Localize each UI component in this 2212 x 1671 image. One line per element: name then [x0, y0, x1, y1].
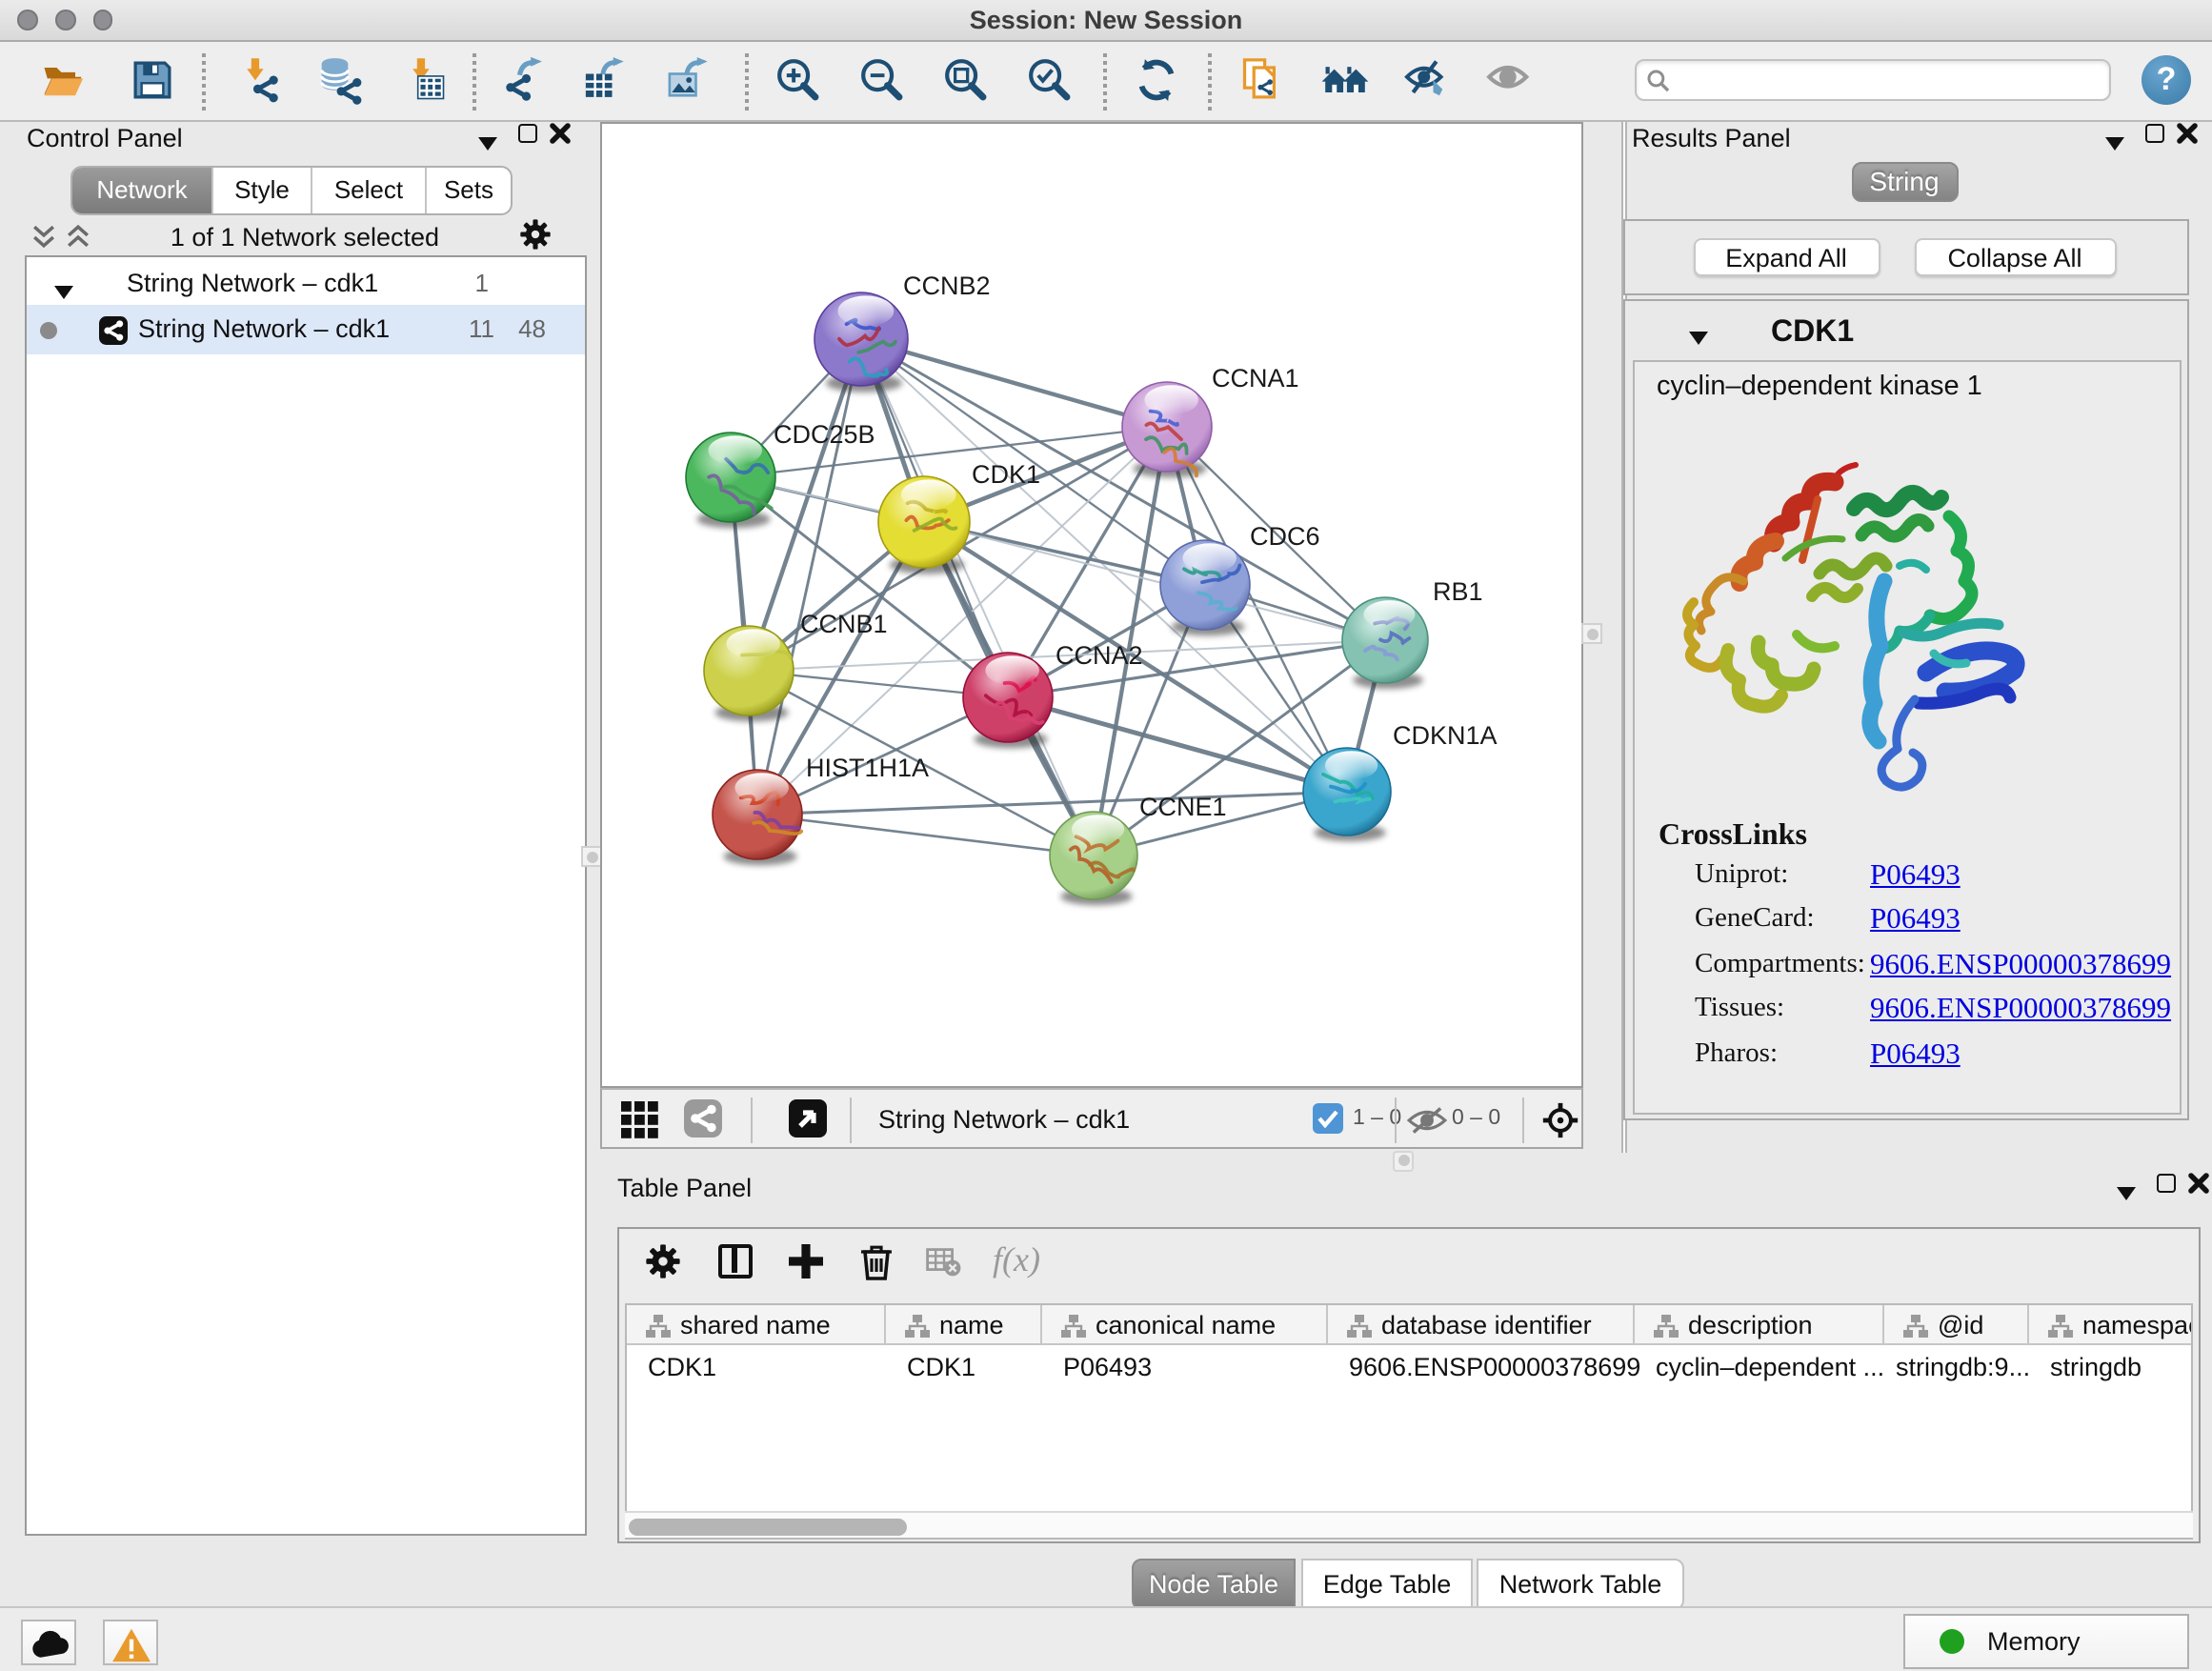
svg-text:RB1: RB1	[1433, 576, 1483, 605]
svg-text:CCNE1: CCNE1	[1139, 792, 1227, 820]
svg-text:CCNA1: CCNA1	[1212, 363, 1299, 392]
svg-text:CCNB1: CCNB1	[800, 609, 888, 637]
svg-text:CDC25B: CDC25B	[774, 419, 875, 448]
svg-text:HIST1H1A: HIST1H1A	[806, 753, 929, 781]
svg-text:CCNA2: CCNA2	[1056, 640, 1143, 669]
svg-text:CDKN1A: CDKN1A	[1393, 720, 1498, 749]
svg-text:CDC6: CDC6	[1250, 521, 1320, 550]
svg-text:CDK1: CDK1	[972, 459, 1040, 488]
svg-text:CCNB2: CCNB2	[903, 271, 991, 299]
